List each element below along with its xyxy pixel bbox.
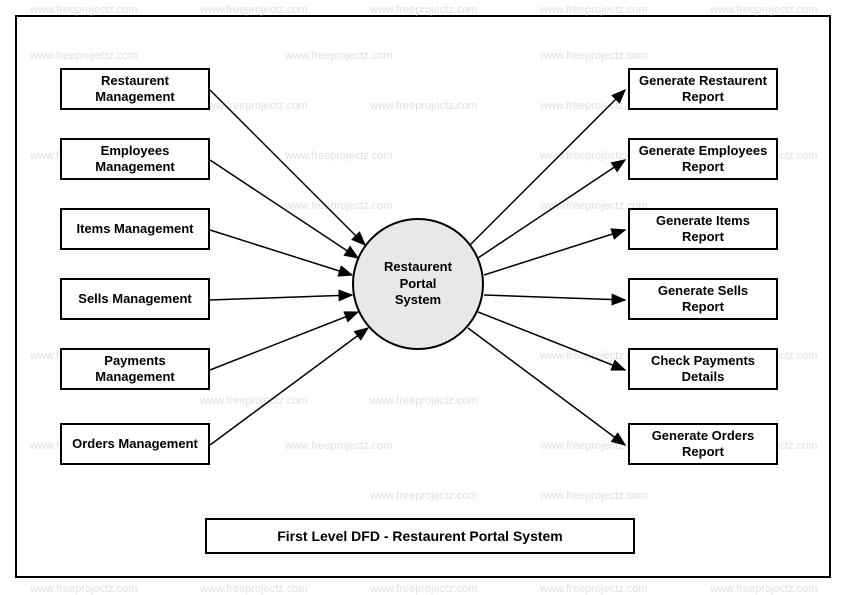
process-restaurent-portal-system: Restaurent Portal System: [352, 218, 484, 350]
entity-items-management: Items Management: [60, 208, 210, 250]
diagram-title: First Level DFD - Restaurent Portal Syst…: [205, 518, 635, 554]
entity-restaurent-management: Restaurent Management: [60, 68, 210, 110]
entity-payments-management: Payments Management: [60, 348, 210, 390]
entity-orders-management: Orders Management: [60, 423, 210, 465]
watermark: www.freeprojectz.com: [30, 583, 138, 595]
entity-sells-management: Sells Management: [60, 278, 210, 320]
watermark: www.freeprojectz.com: [200, 583, 308, 595]
watermark: www.freeprojectz.com: [370, 583, 478, 595]
output-sells-report: Generate Sells Report: [628, 278, 778, 320]
output-restaurent-report: Generate Restaurent Report: [628, 68, 778, 110]
output-items-report: Generate Items Report: [628, 208, 778, 250]
process-label: Restaurent Portal System: [384, 259, 452, 310]
output-orders-report: Generate Orders Report: [628, 423, 778, 465]
output-employees-report: Generate Employees Report: [628, 138, 778, 180]
entity-employees-management: Employees Management: [60, 138, 210, 180]
watermark: www.freeprojectz.com: [710, 583, 818, 595]
watermark: www.freeprojectz.com: [540, 583, 648, 595]
output-payments-details: Check Payments Details: [628, 348, 778, 390]
